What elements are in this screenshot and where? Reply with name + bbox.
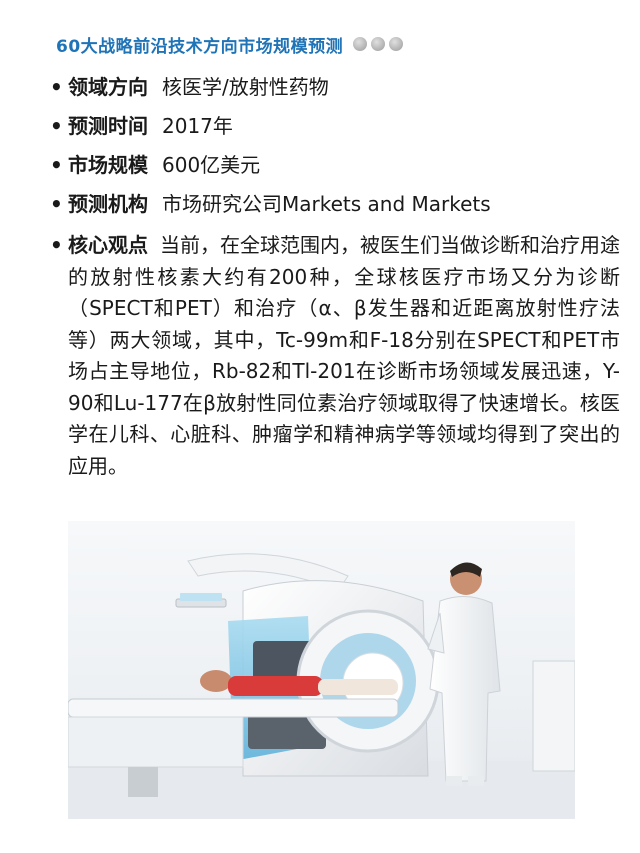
item-value: 600亿美元 bbox=[162, 153, 261, 177]
item-value: 2017年 bbox=[162, 114, 233, 138]
core-paragraph: 核心观点 当前，在全球范围内，被医生们当做诊断和治疗用途的放射性核素大约有200种… bbox=[68, 230, 620, 482]
list-item-time: • 预测时间 2017年 bbox=[50, 113, 620, 140]
dot-icon bbox=[371, 37, 386, 51]
dot-icon bbox=[389, 37, 404, 51]
item-label: 核心观点 bbox=[68, 233, 148, 257]
scanner-illustration bbox=[68, 553, 575, 819]
item-label: 预测机构 bbox=[68, 192, 148, 216]
page-header: 60大战略前沿技术方向市场规模预测 bbox=[56, 28, 404, 60]
bullet-icon: • bbox=[50, 233, 63, 257]
list-item-core: • 核心观点 当前，在全球范围内，被医生们当做诊断和治疗用途的放射性核素大约有20… bbox=[50, 230, 620, 482]
list-item-agency: • 预测机构 市场研究公司Markets and Markets bbox=[50, 191, 620, 218]
item-label: 预测时间 bbox=[68, 114, 148, 138]
core-text: 当前，在全球范围内，被医生们当做诊断和治疗用途的放射性核素大约有200种，全球核… bbox=[68, 233, 620, 478]
info-list: • 领域方向 核医学/放射性药物 • 预测时间 2017年 • 市场规模 600… bbox=[50, 74, 620, 482]
page-title: 60大战略前沿技术方向市场规模预测 bbox=[56, 36, 344, 57]
item-label: 领域方向 bbox=[68, 75, 148, 99]
decorative-dots bbox=[349, 37, 404, 51]
list-item-field: • 领域方向 核医学/放射性药物 bbox=[50, 74, 620, 101]
item-value: 市场研究公司Markets and Markets bbox=[162, 192, 491, 216]
bullet-icon: • bbox=[50, 114, 63, 138]
bullet-icon: • bbox=[50, 153, 63, 177]
bullet-icon: • bbox=[50, 75, 63, 99]
bullet-icon: • bbox=[50, 192, 63, 216]
scanner-photo bbox=[68, 521, 575, 819]
dot-icon bbox=[353, 37, 368, 51]
item-value: 核医学/放射性药物 bbox=[162, 75, 329, 99]
list-item-market: • 市场规模 600亿美元 bbox=[50, 152, 620, 179]
item-label: 市场规模 bbox=[68, 153, 148, 177]
